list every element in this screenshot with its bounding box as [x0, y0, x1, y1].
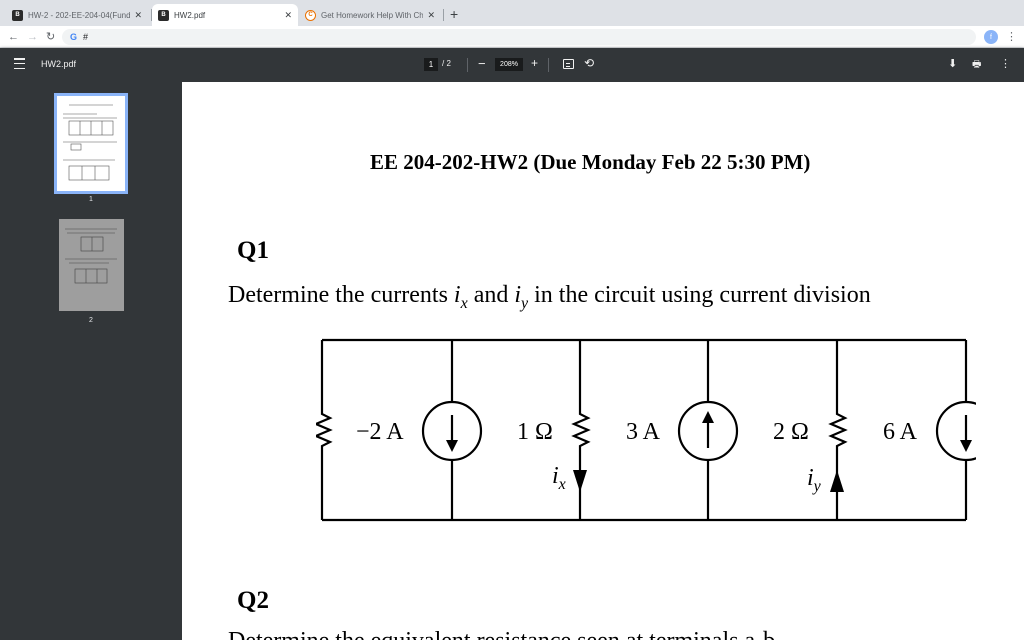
- label-s3: 6 A: [883, 419, 918, 445]
- zoom-out-icon[interactable]: −: [478, 56, 486, 71]
- profile-avatar[interactable]: f: [984, 30, 998, 44]
- forward-arrow-icon[interactable]: →: [27, 29, 38, 45]
- page-number-input[interactable]: 1: [424, 58, 438, 71]
- toolbar-separator: [548, 58, 549, 72]
- label-ix: ix: [552, 463, 566, 493]
- blackboard-favicon-icon: B: [158, 9, 169, 21]
- q1-var-iy: i: [514, 282, 522, 308]
- google-g-icon: G: [70, 32, 78, 42]
- thumbnail-page-number: 2: [89, 317, 93, 324]
- zoom-level-input[interactable]: 208%: [495, 58, 523, 71]
- ix-var: i: [552, 463, 559, 489]
- question-1-heading: Q1: [237, 237, 269, 264]
- more-options-icon[interactable]: ⋮: [1000, 57, 1011, 70]
- label-s1: −2 A: [356, 419, 404, 445]
- close-icon[interactable]: ✕: [284, 10, 292, 21]
- q1-text-part: Determine the currents: [228, 282, 454, 308]
- close-icon[interactable]: ✕: [427, 10, 435, 21]
- iy-sub: y: [812, 478, 822, 495]
- pdf-file-name: HW2.pdf: [41, 59, 77, 69]
- page-thumbnail-2[interactable]: [59, 219, 124, 311]
- tab-label: Get Homework Help With Cheg: [321, 10, 424, 20]
- zoom-in-icon[interactable]: +: [531, 56, 538, 70]
- toolbar-separator: [467, 58, 468, 72]
- label-r2: 1 Ω: [517, 419, 553, 445]
- pdf-toolbar: HW2.pdf 1 / 2 − 208% + ⟲ ⬇ 🖶 ⋮: [0, 48, 1024, 82]
- thumbnail-preview: [63, 104, 117, 181]
- q1-sub-x: x: [460, 294, 468, 312]
- label-iy: iy: [807, 465, 822, 495]
- fit-to-page-icon[interactable]: [563, 59, 574, 69]
- tab-chegg[interactable]: C Get Homework Help With Cheg ✕: [299, 4, 441, 26]
- page-thumbnail-1[interactable]: [54, 93, 128, 194]
- browser-tab-strip: B HW-2 - 202-EE-204-04(Fund ✕ B HW2.pdf …: [0, 0, 1024, 26]
- down-arrow-icon: [960, 440, 972, 452]
- down-arrow-icon: [446, 440, 458, 452]
- resistor-2ohm-right: [828, 340, 848, 520]
- up-arrow-icon: [702, 411, 714, 423]
- address-bar[interactable]: G #: [62, 29, 976, 45]
- chegg-favicon-icon: C: [305, 9, 316, 21]
- browser-toolbar: ← → ↻ G # f ⋮: [0, 26, 1024, 48]
- iy-up-arrow-icon: [830, 470, 844, 492]
- thumbnail-preview: [65, 228, 117, 284]
- question-2-heading: Q2: [237, 587, 269, 614]
- question-2-text: Determine the equivalent resistance seen…: [228, 628, 775, 640]
- blackboard-favicon-icon: B: [12, 9, 23, 21]
- tab-hw2-pdf[interactable]: B HW2.pdf ✕: [152, 4, 298, 26]
- iy-var: i: [807, 465, 814, 491]
- print-icon[interactable]: 🖶: [972, 57, 981, 74]
- page-total: / 2: [442, 59, 451, 68]
- document-title: EE 204-202-HW2 (Due Monday Feb 22 5:30 P…: [370, 150, 811, 174]
- reload-icon[interactable]: ↻: [46, 29, 55, 45]
- rotate-icon[interactable]: ⟲: [584, 56, 594, 70]
- q1-var-ix: i: [453, 282, 461, 308]
- resistor-2ohm-left: [316, 340, 333, 520]
- chrome-menu-icon[interactable]: ⋮: [1006, 30, 1017, 44]
- tab-hw2-assignment[interactable]: B HW-2 - 202-EE-204-04(Fund ✕: [6, 4, 148, 26]
- current-source-3: [935, 400, 976, 462]
- tab-label: HW-2 - 202-EE-204-04(Fund: [28, 10, 131, 20]
- tab-separator: [443, 9, 444, 21]
- download-icon[interactable]: ⬇: [948, 57, 957, 70]
- ix-sub: x: [558, 476, 566, 493]
- q1-text-part: in the circuit using current division: [528, 282, 871, 308]
- circuit-diagram: 2 Ω −2 A 1 Ω 3 A 2 Ω 6 A ix iy: [316, 338, 976, 522]
- new-tab-plus-icon[interactable]: +: [450, 5, 458, 23]
- label-s2: 3 A: [626, 419, 661, 445]
- q1-text-part: and: [467, 282, 515, 308]
- close-icon[interactable]: ✕: [134, 10, 142, 21]
- back-arrow-icon[interactable]: ←: [8, 29, 19, 45]
- thumbnail-page-number: 1: [89, 196, 93, 203]
- sidebar-menu-icon[interactable]: [14, 58, 25, 69]
- pdf-page: EE 204-202-HW2 (Due Monday Feb 22 5:30 P…: [182, 82, 1024, 640]
- ix-down-arrow-icon: [573, 470, 587, 492]
- resistor-1ohm: [571, 340, 591, 520]
- address-text: #: [83, 32, 89, 42]
- question-1-text: Determine the currents ix and iy in the …: [228, 282, 871, 313]
- tab-label: HW2.pdf: [174, 10, 206, 20]
- thumbnail-sidebar: 1 2: [0, 82, 182, 640]
- label-r3: 2 Ω: [773, 419, 809, 445]
